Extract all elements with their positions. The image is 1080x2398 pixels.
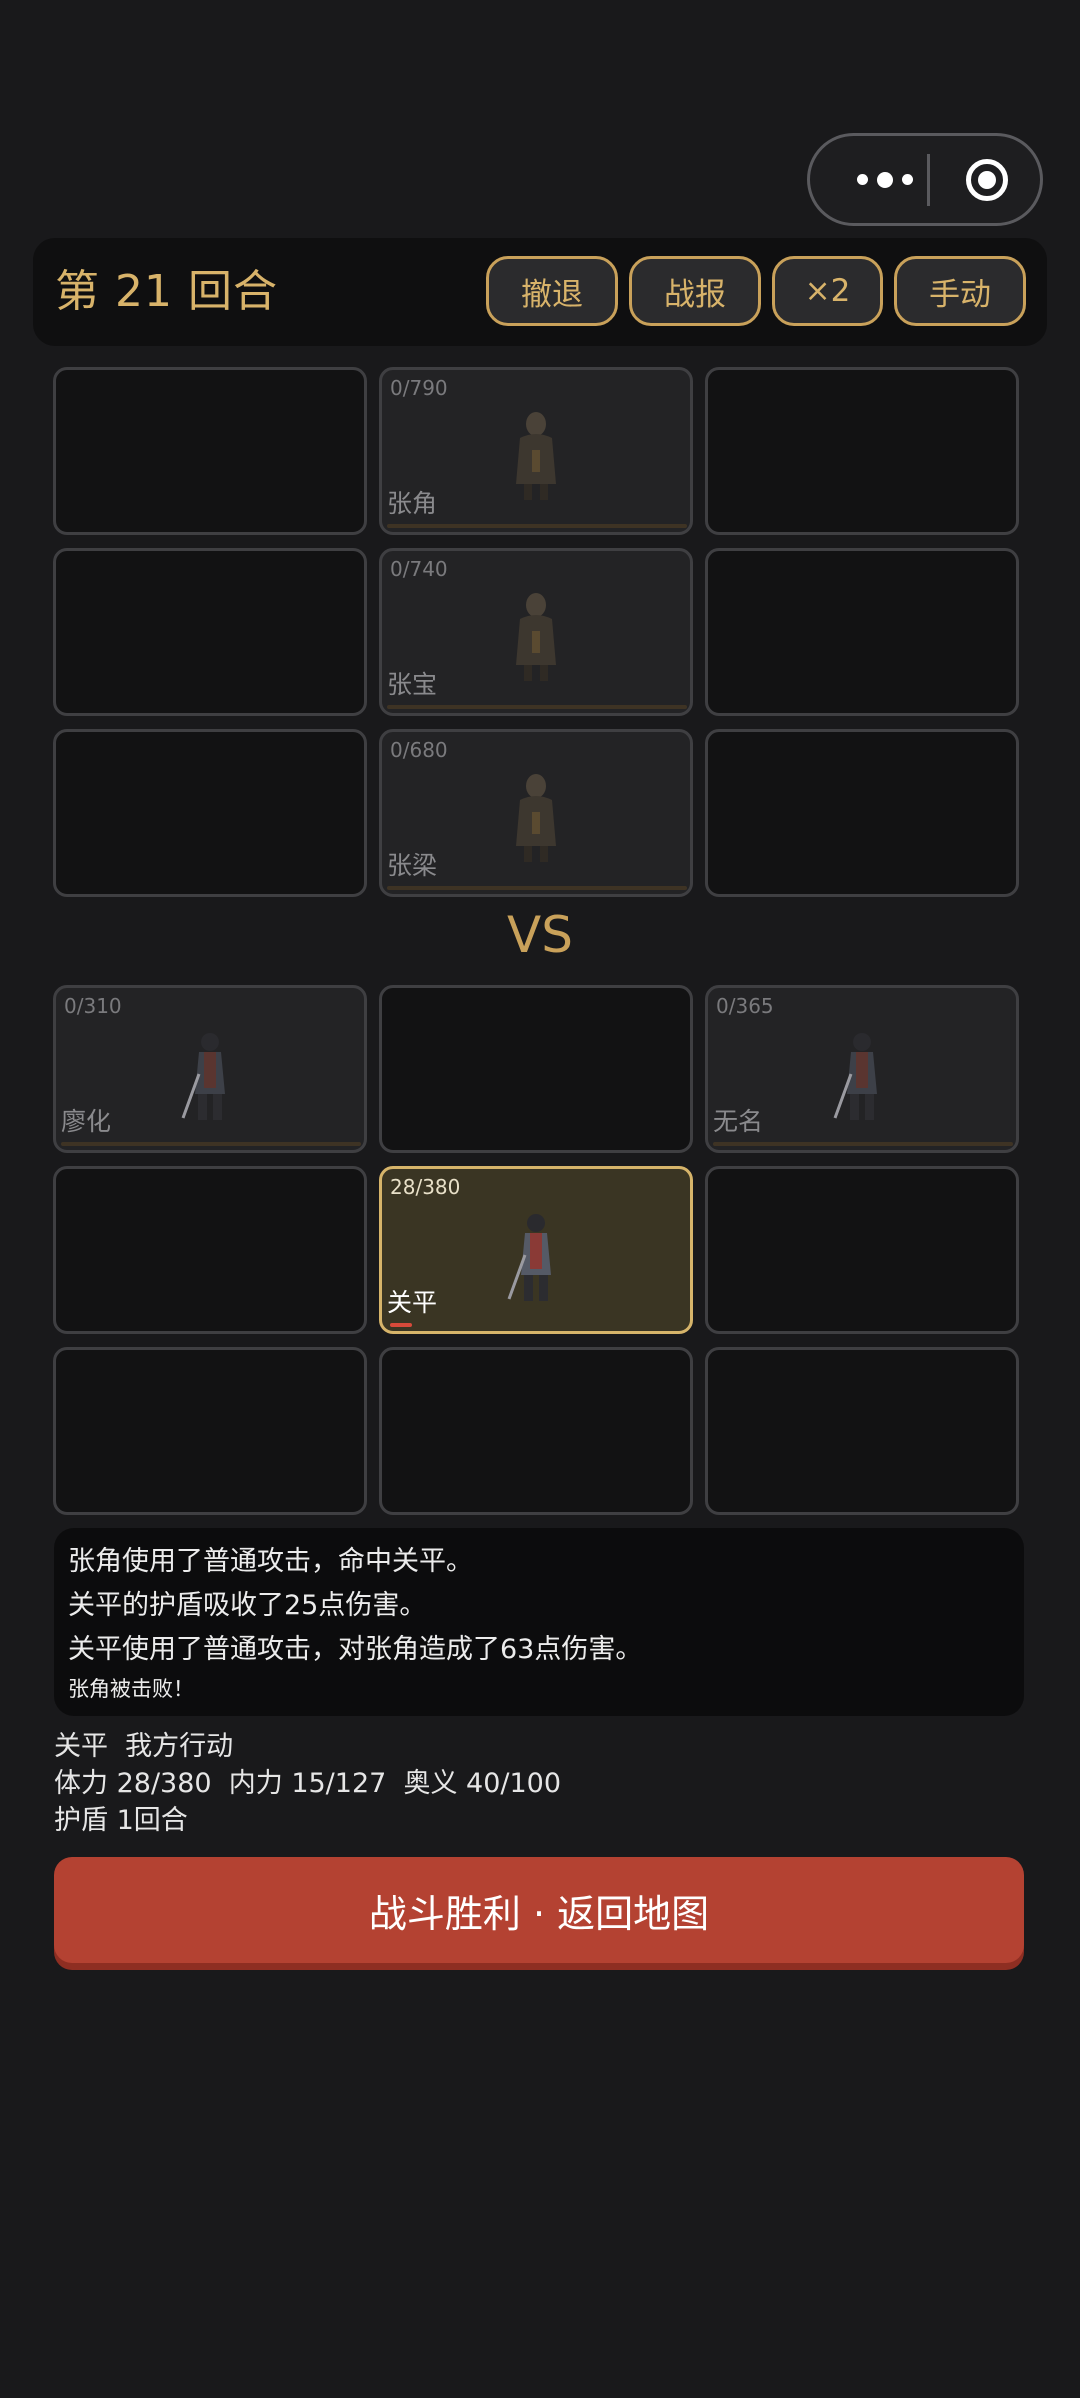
- unit-hp: 0/680: [390, 738, 448, 762]
- ally-slot[interactable]: [379, 985, 693, 1153]
- speed-button[interactable]: ×2: [772, 256, 883, 326]
- enemy-slot[interactable]: [705, 367, 1019, 535]
- ally-slot[interactable]: [53, 1347, 367, 1515]
- enemy-slot[interactable]: [705, 729, 1019, 897]
- enemy-slot[interactable]: [53, 367, 367, 535]
- status-stats: 体力 28/380 内力 15/127 奥义 40/100: [54, 1768, 562, 1799]
- status-shield: 护盾 1回合: [54, 1805, 188, 1836]
- ally-slot[interactable]: 0/365 无名: [705, 985, 1019, 1153]
- unit-hp-bar: [387, 524, 687, 528]
- ally-slot[interactable]: [53, 1166, 367, 1334]
- unit-sprite-icon: [506, 404, 566, 508]
- close-target-icon[interactable]: [960, 153, 1014, 207]
- log-line: 关平的护盾吸收了25点伤害。: [68, 1590, 427, 1621]
- round-title: 第 21 回合: [55, 266, 278, 317]
- unit-hp: 0/740: [390, 557, 448, 581]
- unit-sprite-icon: [481, 1203, 591, 1317]
- unit-hp-bar: [387, 705, 687, 709]
- enemy-slot[interactable]: 0/790 张角: [379, 367, 693, 535]
- ally-slot[interactable]: 0/310 廖化: [53, 985, 367, 1153]
- unit-name: 关平: [387, 1288, 438, 1317]
- miniprogram-capsule: [807, 133, 1043, 226]
- unit-name: 张梁: [387, 851, 438, 880]
- enemy-slot[interactable]: 0/680 张梁: [379, 729, 693, 897]
- log-line: 关平使用了普通攻击，对张角造成了63点伤害。: [68, 1634, 643, 1665]
- battle-log: 张角使用了普通攻击，命中关平。 关平的护盾吸收了25点伤害。 关平使用了普通攻击…: [54, 1528, 1024, 1716]
- unit-hp: 28/380: [390, 1175, 461, 1199]
- unit-name: 廖化: [61, 1107, 112, 1136]
- ally-slot[interactable]: [705, 1347, 1019, 1515]
- unit-sprite-icon: [155, 1022, 265, 1136]
- unit-sprite-icon: [506, 766, 566, 870]
- battle-header: 第 21 回合 撤退 战报 ×2 手动: [33, 238, 1047, 346]
- unit-name: 无名: [713, 1107, 764, 1136]
- retreat-button[interactable]: 撤退: [486, 256, 618, 326]
- ally-slot[interactable]: [379, 1347, 693, 1515]
- victory-return-button[interactable]: 战斗胜利 · 返回地图: [54, 1857, 1024, 1963]
- unit-sprite-icon: [506, 585, 566, 689]
- capsule-divider: [927, 154, 930, 206]
- status-turn: 关平 我方行动: [54, 1731, 234, 1762]
- unit-hp: 0/310: [64, 994, 122, 1018]
- enemy-slot[interactable]: [705, 548, 1019, 716]
- battle-report-button[interactable]: 战报: [629, 256, 761, 326]
- unit-name: 张宝: [387, 670, 438, 699]
- ally-slot[interactable]: 28/380 关平: [379, 1166, 693, 1334]
- log-line: 张角使用了普通攻击，命中关平。: [68, 1546, 473, 1577]
- unit-hp: 0/365: [716, 994, 774, 1018]
- active-unit-status: 关平 我方行动 体力 28/380 内力 15/127 奥义 40/100 护盾…: [54, 1728, 561, 1839]
- more-icon[interactable]: [840, 136, 930, 223]
- unit-hp-bar: [390, 1323, 412, 1327]
- log-line: 张角被击败！: [68, 1677, 194, 1701]
- unit-sprite-icon: [807, 1022, 917, 1136]
- unit-name: 张角: [387, 489, 438, 518]
- unit-hp: 0/790: [390, 376, 448, 400]
- unit-hp-bar: [61, 1142, 361, 1146]
- enemy-slot[interactable]: [53, 729, 367, 897]
- unit-hp-bar: [387, 886, 687, 890]
- manual-button[interactable]: 手动: [894, 256, 1026, 326]
- ally-slot[interactable]: [705, 1166, 1019, 1334]
- enemy-slot[interactable]: [53, 548, 367, 716]
- unit-hp-bar: [713, 1142, 1013, 1146]
- enemy-slot[interactable]: 0/740 张宝: [379, 548, 693, 716]
- vs-label: VS: [507, 906, 573, 964]
